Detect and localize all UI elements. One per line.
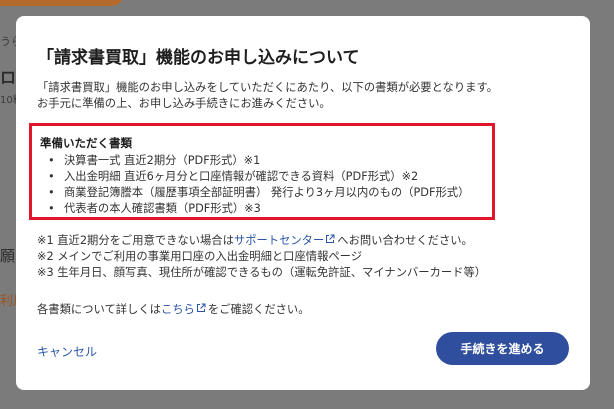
footnote-1: ※1 直近2期分をご用意できない場合はサポートセンター へお問い合わせください。: [37, 233, 486, 249]
documents-list: 決算書一式 直近2期分（PDF形式）※1 入出金明細 直近6ヶ月分と口座情報が確…: [40, 153, 469, 217]
details-text-before: 各書類について詳しくは: [37, 303, 161, 316]
application-modal: 「請求書買取」機能のお申し込みについて 「請求書買取」機能のお申し込みをしていた…: [16, 16, 590, 390]
footnote-1-text: ※1 直近2期分をご用意できない場合は: [37, 234, 234, 247]
documents-heading: 準備いただく書類: [40, 136, 132, 150]
details-link[interactable]: こちら: [161, 303, 195, 316]
background-text: 願: [0, 247, 16, 265]
intro-line: 「請求書買取」機能のお申し込みをしていただくにあたり、以下の書類が必要となります…: [37, 81, 498, 94]
support-center-link[interactable]: サポートセンター: [234, 234, 324, 247]
footnote-3: ※3 生年月日、顔写真、現住所が確認できるもの（運転免許証、マイナンバーカード等…: [37, 266, 487, 279]
footnote-1-text: へお問い合わせください。: [337, 234, 473, 247]
intro-line: お手元に準備の上、お申し込み手続きにお進みください。: [37, 97, 331, 110]
background-text: ロ: [0, 68, 17, 87]
intro-text: 「請求書買取」機能のお申し込みをしていただくにあたり、以下の書類が必要となります…: [37, 80, 498, 112]
footnote-2: ※2 メインでご利用の事業用口座の入出金明細と口座情報ページ: [37, 250, 363, 263]
external-link-icon: [196, 303, 206, 312]
details-text: 各書類について詳しくはこちら をご確認ください。: [37, 302, 310, 318]
document-item: 代表者の本人確認書類（PDF形式）※3: [40, 201, 469, 217]
external-link-icon: [326, 234, 335, 243]
details-text-after: をご確認ください。: [207, 303, 310, 316]
cancel-button[interactable]: キャンセル: [37, 343, 97, 360]
document-item: 入出金明細 直近6ヶ月分と口座情報が確認できる資料（PDF形式）※2: [40, 169, 469, 185]
required-documents-box: 準備いただく書類 決算書一式 直近2期分（PDF形式）※1 入出金明細 直近6ヶ…: [29, 123, 495, 220]
document-item: 決算書一式 直近2期分（PDF形式）※1: [40, 153, 469, 169]
background-orange-button: [0, 0, 125, 6]
modal-title: 「請求書買取」機能のお申し込みについて: [37, 48, 360, 68]
footnotes: ※1 直近2期分をご用意できない場合はサポートセンター へお問い合わせください。 …: [37, 233, 486, 281]
proceed-button[interactable]: 手続きを進める: [436, 332, 569, 365]
document-item: 商業登記簿謄本（履歴事項全部証明書） 発行より3ヶ月以内のもの（PDF形式）: [40, 185, 469, 201]
